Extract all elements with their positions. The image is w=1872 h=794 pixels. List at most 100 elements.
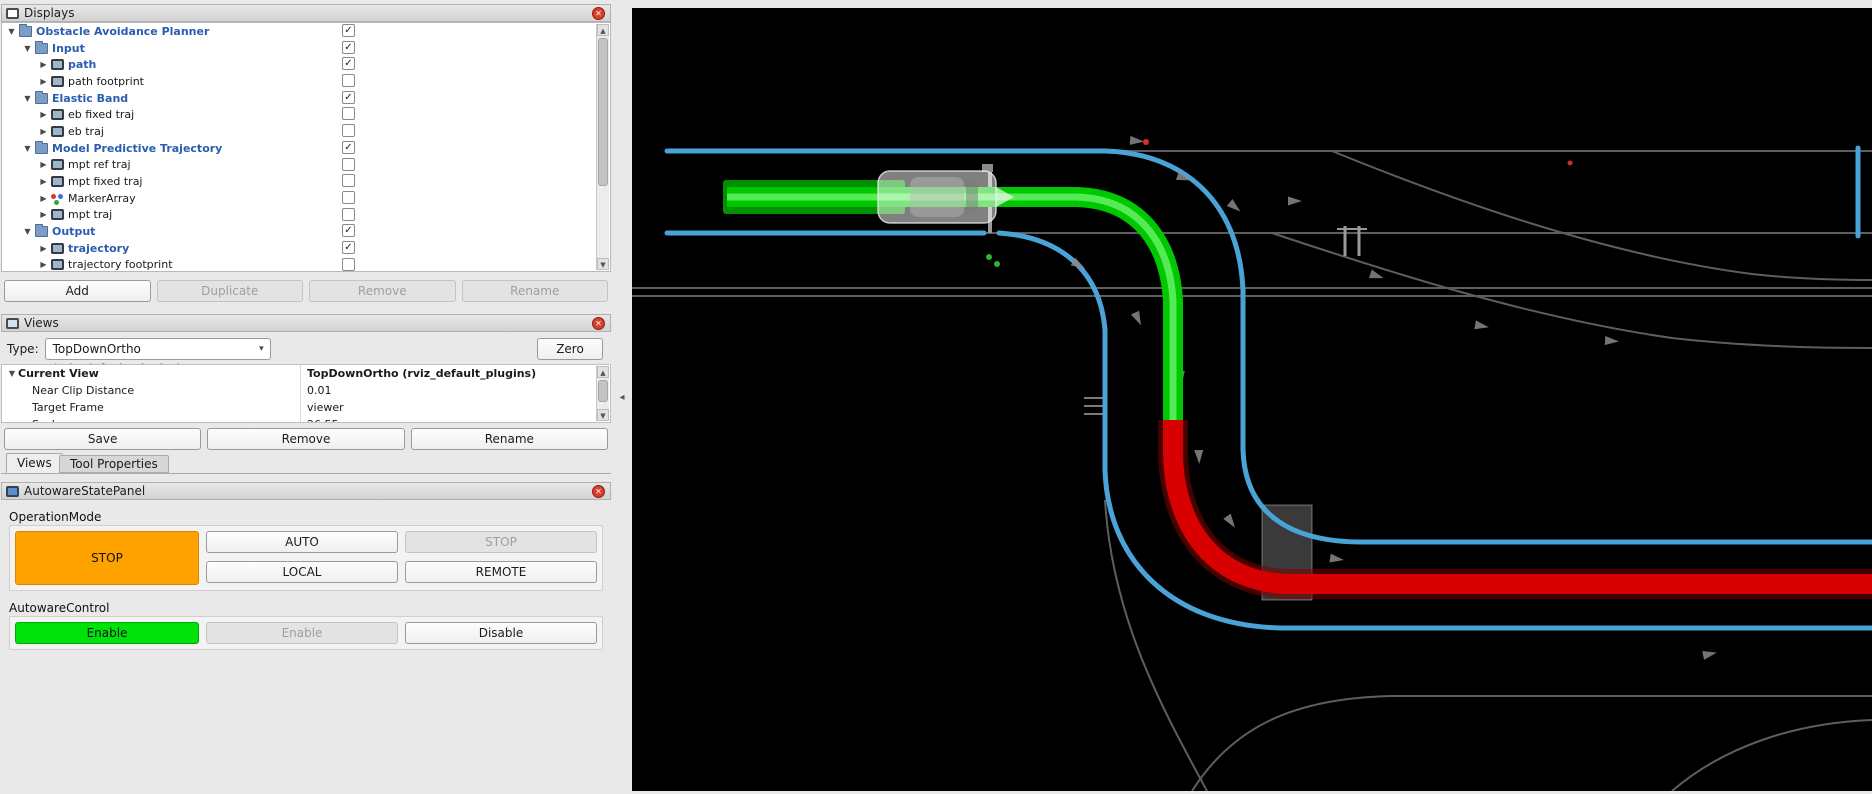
tree-item-checkbox[interactable] <box>342 124 355 137</box>
operation-mode-group: STOP AUTO STOP LOCAL REMOTE <box>9 525 603 591</box>
expander-icon[interactable]: ▶ <box>38 60 49 69</box>
panel-tab-bar: Views Tool Properties <box>1 452 611 474</box>
property-value[interactable]: 26.55 <box>300 416 610 423</box>
scroll-down-icon[interactable]: ▼ <box>597 258 609 270</box>
remove-button: Remove <box>309 280 456 302</box>
tree-item-checkbox[interactable]: ✓ <box>342 241 355 254</box>
views-panel-icon <box>6 318 19 329</box>
tree-row-mpt-fixed-traj[interactable]: ▶ mpt fixed traj <box>2 173 610 190</box>
expander-icon[interactable]: ▶ <box>38 260 49 269</box>
property-value[interactable]: viewer <box>300 399 610 416</box>
tree-item-checkbox[interactable] <box>342 158 355 171</box>
tree-item-checkbox[interactable]: ✓ <box>342 41 355 54</box>
property-row-current-view[interactable]: ▼ Current View TopDownOrtho (rviz_defaul… <box>2 365 610 382</box>
property-row-near-clip[interactable]: Near Clip Distance 0.01 <box>2 382 610 399</box>
displays-panel-title: Displays <box>24 6 74 20</box>
tree-row-mpt-ref-traj[interactable]: ▶ mpt ref traj <box>2 157 610 174</box>
property-row-target-frame[interactable]: Target Frame viewer <box>2 399 610 416</box>
expander-icon[interactable]: ▼ <box>22 94 33 103</box>
tree-row-marker-array[interactable]: ▶ MarkerArray <box>2 190 610 207</box>
property-row-scale[interactable]: Scale 26.55 <box>2 416 610 423</box>
display-icon <box>51 259 64 270</box>
tree-row-eb-fixed-traj[interactable]: ▶ eb fixed traj <box>2 106 610 123</box>
expander-icon[interactable]: ▶ <box>38 127 49 136</box>
tree-item-checkbox[interactable] <box>342 174 355 187</box>
views-titlebar[interactable]: Views ✕ <box>1 314 611 332</box>
tree-row-obstacle-avoidance-planner[interactable]: ▼ Obstacle Avoidance Planner ✓ <box>2 23 610 40</box>
tab-views[interactable]: Views <box>6 453 63 473</box>
tree-item-checkbox[interactable] <box>342 107 355 120</box>
view-type-dropdown[interactable]: TopDownOrtho (rviz_default_plugins) ▾ <box>45 338 271 360</box>
save-button[interactable]: Save <box>4 428 201 450</box>
expander-icon[interactable]: ▶ <box>38 244 49 253</box>
tab-tool-properties[interactable]: Tool Properties <box>59 455 169 473</box>
rename-view-button[interactable]: Rename <box>411 428 608 450</box>
local-button[interactable]: LOCAL <box>206 561 398 583</box>
autoware-state-content: OperationMode STOP AUTO STOP LOCAL REMOT… <box>1 500 611 791</box>
expander-icon[interactable]: ▼ <box>22 144 33 153</box>
scrollbar-thumb[interactable] <box>598 380 608 402</box>
stop-button: STOP <box>405 531 597 553</box>
display-icon <box>51 176 64 187</box>
displays-tree-scrollbar[interactable]: ▲ ▼ <box>596 24 609 270</box>
tree-row-eb-traj[interactable]: ▶ eb traj <box>2 123 610 140</box>
remove-view-button[interactable]: Remove <box>207 428 404 450</box>
tree-item-label: path footprint <box>68 75 144 88</box>
expander-icon[interactable]: ▶ <box>38 210 49 219</box>
add-button[interactable]: Add <box>4 280 151 302</box>
view-properties-scrollbar[interactable]: ▲ ▼ <box>596 366 609 421</box>
panel-collapse-handle[interactable]: ◂ <box>612 392 632 408</box>
expander-icon[interactable]: ▼ <box>22 227 33 236</box>
expander-icon[interactable]: ▼ <box>6 369 18 378</box>
ego-vehicle <box>878 171 1014 223</box>
property-value[interactable]: 0.01 <box>300 382 610 399</box>
folder-icon <box>35 43 48 54</box>
views-close-icon[interactable]: ✕ <box>592 317 605 330</box>
tree-row-input[interactable]: ▼ Input ✓ <box>2 40 610 57</box>
autoware-close-icon[interactable]: ✕ <box>592 485 605 498</box>
tree-item-checkbox[interactable]: ✓ <box>342 224 355 237</box>
render-view[interactable] <box>632 8 1872 791</box>
scroll-up-icon[interactable]: ▲ <box>597 366 609 378</box>
scroll-down-icon[interactable]: ▼ <box>597 409 609 421</box>
zero-button[interactable]: Zero <box>537 338 603 360</box>
expander-icon[interactable]: ▶ <box>38 177 49 186</box>
autoware-state-titlebar[interactable]: AutowareStatePanel ✕ <box>1 482 611 500</box>
tree-item-checkbox[interactable]: ✓ <box>342 57 355 70</box>
expander-icon[interactable]: ▼ <box>22 44 33 53</box>
folder-icon <box>19 26 32 37</box>
tree-item-label: trajectory <box>68 242 129 255</box>
displays-titlebar[interactable]: Displays ✕ <box>1 4 611 22</box>
tree-row-trajectory-footprint[interactable]: ▶ trajectory footprint <box>2 257 610 272</box>
tree-item-checkbox[interactable]: ✓ <box>342 24 355 37</box>
expander-icon[interactable]: ▶ <box>38 77 49 86</box>
tree-item-checkbox[interactable] <box>342 208 355 221</box>
tree-item-checkbox[interactable] <box>342 74 355 87</box>
tree-row-elastic-band[interactable]: ▼ Elastic Band ✓ <box>2 90 610 107</box>
tree-row-path[interactable]: ▶ path ✓ <box>2 56 610 73</box>
tree-row-output[interactable]: ▼ Output ✓ <box>2 223 610 240</box>
expander-icon[interactable]: ▶ <box>38 110 49 119</box>
operation-mode-label: OperationMode <box>9 510 101 524</box>
tree-row-mpt-traj[interactable]: ▶ mpt traj <box>2 207 610 224</box>
auto-button[interactable]: AUTO <box>206 531 398 553</box>
remote-button[interactable]: REMOTE <box>405 561 597 583</box>
tree-row-model-predictive-trajectory[interactable]: ▼ Model Predictive Trajectory ✓ <box>2 140 610 157</box>
tree-row-trajectory[interactable]: ▶ trajectory ✓ <box>2 240 610 257</box>
display-icon <box>51 209 64 220</box>
enable-button: Enable <box>206 622 398 644</box>
scroll-up-icon[interactable]: ▲ <box>597 24 609 36</box>
expander-icon[interactable]: ▶ <box>38 194 49 203</box>
road-lines <box>632 151 1872 791</box>
displays-close-icon[interactable]: ✕ <box>592 7 605 20</box>
expander-icon[interactable]: ▼ <box>6 27 17 36</box>
tree-item-checkbox[interactable]: ✓ <box>342 91 355 104</box>
tree-item-checkbox[interactable]: ✓ <box>342 141 355 154</box>
tree-row-path-footprint[interactable]: ▶ path footprint <box>2 73 610 90</box>
tree-item-label: eb fixed traj <box>68 108 134 121</box>
tree-item-checkbox[interactable] <box>342 258 355 271</box>
disable-button[interactable]: Disable <box>405 622 597 644</box>
tree-item-checkbox[interactable] <box>342 191 355 204</box>
scrollbar-thumb[interactable] <box>598 38 608 186</box>
expander-icon[interactable]: ▶ <box>38 160 49 169</box>
